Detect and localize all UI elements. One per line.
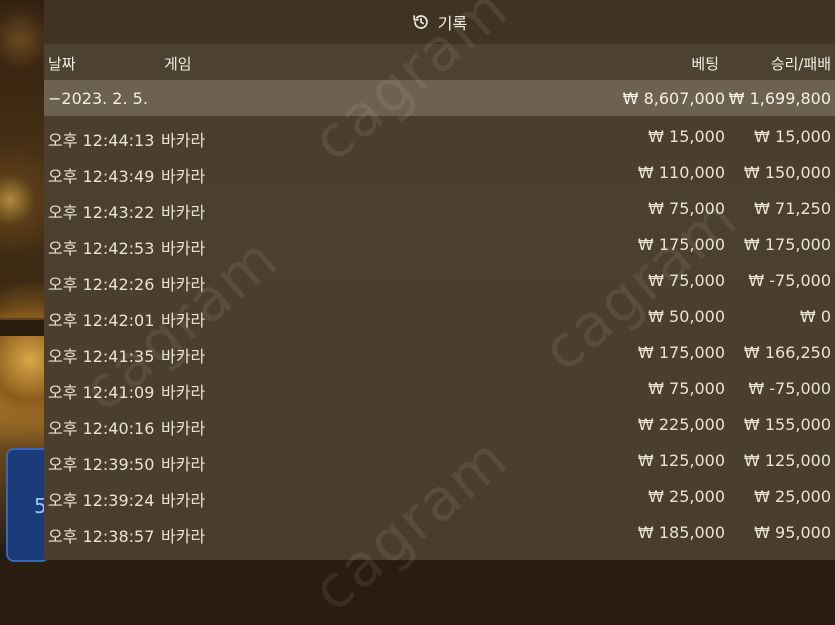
row-time: 오후 12:38:57	[48, 527, 155, 546]
history-title-bar: 기록	[44, 0, 835, 44]
row-bet: ₩ 110,000	[637, 163, 725, 182]
row-game: 바카라	[161, 275, 206, 294]
row-time: 오후 12:39:24	[48, 491, 155, 510]
table-row[interactable]: 오후 12:44:13 바카라 ₩ 15,000 ₩ 15,000	[44, 118, 835, 154]
row-bet: ₩ 75,000	[648, 379, 725, 398]
row-winloss: ₩ 0	[799, 307, 831, 326]
table-row[interactable]: 오후 12:40:16 바카라 ₩ 225,000 ₩ 155,000	[44, 406, 835, 442]
table-header: 날짜 게임 베팅 승리/패배	[44, 44, 835, 80]
column-header-game: 게임	[164, 55, 192, 73]
row-winloss: ₩ 175,000	[743, 235, 831, 254]
row-game: 바카라	[161, 131, 206, 150]
table-rail	[0, 318, 48, 336]
row-bet: ₩ 15,000	[648, 127, 725, 146]
table-row[interactable]: 오후 12:38:57 바카라 ₩ 185,000 ₩ 95,000	[44, 514, 835, 550]
row-winloss: ₩ -75,000	[748, 379, 831, 398]
table-row[interactable]: 오후 12:42:01 바카라 ₩ 50,000 ₩ 0	[44, 298, 835, 334]
row-bet: ₩ 25,000	[648, 487, 725, 506]
column-header-winloss: 승리/패배	[770, 55, 831, 73]
row-game: 바카라	[161, 383, 206, 402]
row-winloss: ₩ 95,000	[754, 523, 831, 542]
row-game: 바카라	[161, 491, 206, 510]
page-title: 기록	[437, 14, 468, 33]
table-row[interactable]: 오후 12:43:22 바카라 ₩ 75,000 ₩ 71,250	[44, 190, 835, 226]
row-time: 오후 12:42:53	[48, 239, 155, 258]
date-group-bet-total: ₩ 8,607,000	[622, 89, 725, 108]
history-list: 오후 12:44:13 바카라 ₩ 15,000 ₩ 15,000 오후 12:…	[44, 118, 835, 550]
row-bet: ₩ 175,000	[637, 343, 725, 362]
table-row[interactable]: 오후 12:42:26 바카라 ₩ 75,000 ₩ -75,000	[44, 262, 835, 298]
row-game: 바카라	[161, 455, 206, 474]
row-winloss: ₩ 15,000	[754, 127, 831, 146]
date-group-row[interactable]: −2023. 2. 5. ₩ 8,607,000 ₩ 1,699,800	[44, 80, 835, 116]
row-game: 바카라	[161, 527, 206, 546]
row-bet: ₩ 125,000	[637, 451, 725, 470]
row-time: 오후 12:43:49	[48, 167, 155, 186]
table-row[interactable]: 오후 12:41:35 바카라 ₩ 175,000 ₩ 166,250	[44, 334, 835, 370]
row-game: 바카라	[161, 203, 206, 222]
row-time: 오후 12:41:09	[48, 383, 155, 402]
history-icon	[412, 13, 430, 31]
column-header-date: 날짜	[48, 55, 76, 73]
row-time: 오후 12:41:35	[48, 347, 155, 366]
row-bet: ₩ 225,000	[637, 415, 725, 434]
column-header-bet: 베팅	[691, 55, 719, 73]
row-time: 오후 12:42:26	[48, 275, 155, 294]
row-time: 오후 12:42:01	[48, 311, 155, 330]
table-row[interactable]: 오후 12:43:49 바카라 ₩ 110,000 ₩ 150,000	[44, 154, 835, 190]
date-group-date: −2023. 2. 5.	[48, 89, 148, 108]
row-winloss: ₩ 166,250	[743, 343, 831, 362]
row-time: 오후 12:44:13	[48, 131, 155, 150]
row-time: 오후 12:43:22	[48, 203, 155, 222]
table-row[interactable]: 오후 12:39:50 바카라 ₩ 125,000 ₩ 125,000	[44, 442, 835, 478]
history-panel: 기록 날짜 게임 베팅 승리/패배 −2023. 2. 5. ₩ 8,607,0…	[44, 0, 835, 625]
row-winloss: ₩ 155,000	[743, 415, 831, 434]
table-row[interactable]: 오후 12:39:24 바카라 ₩ 25,000 ₩ 25,000	[44, 478, 835, 514]
row-winloss: ₩ -75,000	[748, 271, 831, 290]
date-group-win-total: ₩ 1,699,800	[728, 89, 831, 108]
row-bet: ₩ 50,000	[648, 307, 725, 326]
row-game: 바카라	[161, 311, 206, 330]
row-time: 오후 12:40:16	[48, 419, 155, 438]
row-game: 바카라	[161, 239, 206, 258]
table-row[interactable]: 오후 12:41:09 바카라 ₩ 75,000 ₩ -75,000	[44, 370, 835, 406]
row-bet: ₩ 75,000	[648, 199, 725, 218]
row-game: 바카라	[161, 167, 206, 186]
row-winloss: ₩ 25,000	[754, 487, 831, 506]
row-winloss: ₩ 125,000	[743, 451, 831, 470]
row-game: 바카라	[161, 347, 206, 366]
row-winloss: ₩ 150,000	[743, 163, 831, 182]
table-row[interactable]: 오후 12:42:53 바카라 ₩ 175,000 ₩ 175,000	[44, 226, 835, 262]
row-time: 오후 12:39:50	[48, 455, 155, 474]
row-bet: ₩ 185,000	[637, 523, 725, 542]
row-bet: ₩ 175,000	[637, 235, 725, 254]
row-bet: ₩ 75,000	[648, 271, 725, 290]
row-game: 바카라	[161, 419, 206, 438]
row-winloss: ₩ 71,250	[754, 199, 831, 218]
